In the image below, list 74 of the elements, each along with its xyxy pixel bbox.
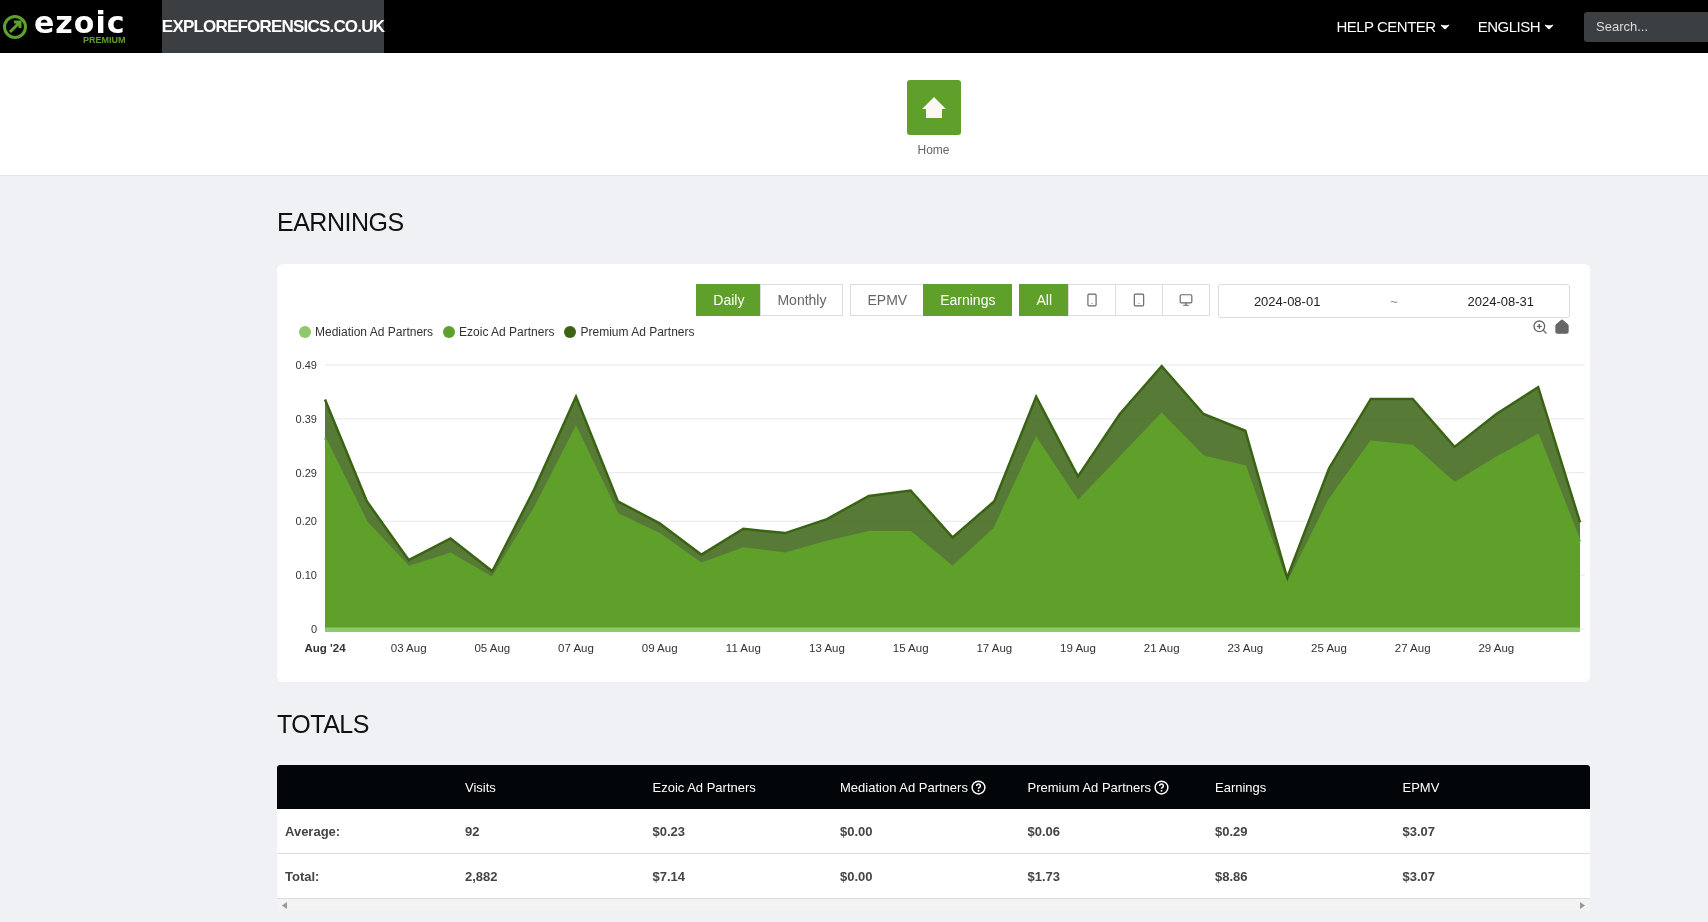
phone-icon [1085,293,1099,307]
section-title: EARNINGS [277,208,405,237]
tablet-icon [1132,293,1146,307]
column-header: Premium Ad Partners [1027,779,1152,795]
legend-label[interactable]: Mediation Ad Partners [315,325,434,339]
x-axis-label: Aug '24 [304,642,346,654]
home-icon[interactable] [1554,319,1570,335]
table-cell-text: $0.23 [652,823,687,839]
home-label: Home [917,143,950,157]
column-header: EPMV [1402,779,1440,795]
brand-name: ezoic [34,8,126,38]
scroll-left-icon[interactable] [282,901,287,909]
x-axis-label: 25 Aug [1311,642,1347,654]
column-header: Ezoic Ad Partners [652,779,756,795]
column-header: Mediation Ad Partners [840,779,968,795]
home-tile-icon [906,80,961,135]
y-axis-label: 0.49 [295,359,317,371]
x-axis-label: 21 Aug [1143,642,1180,654]
date-range-field[interactable]: 2024-08-01 ~ 2024-08-31 [1218,284,1570,318]
device-button[interactable] [1115,284,1163,316]
table-cell-text: $1.73 [1027,868,1062,884]
x-axis-label: 13 Aug [809,642,845,654]
menu-dropdown[interactable]: HELP CENTER [1330,0,1458,53]
legend-label[interactable]: Premium Ad Partners [580,325,695,339]
table-cell-text: $0.00 [840,823,874,839]
y-axis-label: 0.29 [295,466,317,479]
menu-dropdown[interactable]: ENGLISH [1471,0,1562,53]
y-axis-label: 0.39 [295,412,317,425]
start-date: 2024-08-01 [1253,293,1321,309]
help-icon[interactable] [1154,779,1170,795]
help-icon[interactable] [970,779,986,795]
column-header: Visits [465,779,496,795]
scroll-right-icon[interactable] [1580,901,1585,909]
row-label: Average: [284,823,342,839]
device-button[interactable] [1068,284,1116,316]
table-cell-text: $0.00 [840,868,874,884]
x-axis-label: 15 Aug [892,642,929,654]
table-cell-text: $0.29 [1215,823,1249,839]
x-axis-label: 03 Aug [390,642,427,654]
row-label: Total: [284,868,321,884]
table-cell-text: $0.06 [1027,823,1062,839]
x-axis-label: 27 Aug [1394,642,1431,654]
legend-label[interactable]: Ezoic Ad Partners [459,325,555,339]
site-tab[interactable]: EXPLOREFORENSICS.CO.UK [162,0,384,53]
tier-label: PREMIUM [83,36,126,45]
x-axis-label: 09 Aug [641,642,678,654]
logo-icon [2,13,28,40]
x-axis-label: 07 Aug [558,642,594,654]
desktop-icon [1179,293,1193,307]
table-cell-text: $7.14 [652,868,687,884]
end-date: 2024-08-31 [1467,293,1535,309]
table-cell-text: $8.86 [1215,868,1249,884]
x-axis-label: 17 Aug [976,642,1013,654]
y-axis-label: 0 [310,623,317,635]
x-axis-label: 29 Aug [1478,642,1515,654]
search-field[interactable]: Search... [1584,11,1708,42]
toggle-button[interactable]: Monthly [760,284,844,316]
table-cell-text: $3.07 [1402,868,1437,884]
toggle-button[interactable]: EPMV [850,284,925,316]
x-axis-label: 11 Aug [725,642,761,654]
x-axis-label: 19 Aug [1060,642,1096,654]
y-axis-label: 0.20 [295,515,317,528]
zoom-icon[interactable] [1532,319,1548,335]
date-separator: ~ [1390,293,1398,309]
table-cell-text: 2,882 [465,868,499,884]
section-title: TOTALS [277,710,370,739]
x-axis-label: 23 Aug [1227,642,1264,654]
column-header: Earnings [1215,779,1267,795]
y-axis-label: 0.10 [295,569,317,582]
table-cell-text: 92 [465,823,481,839]
device-button[interactable] [1162,284,1210,316]
home-tile[interactable]: Home [906,80,961,157]
table-cell-text: $3.07 [1402,823,1437,839]
x-axis-label: 05 Aug [474,642,511,654]
